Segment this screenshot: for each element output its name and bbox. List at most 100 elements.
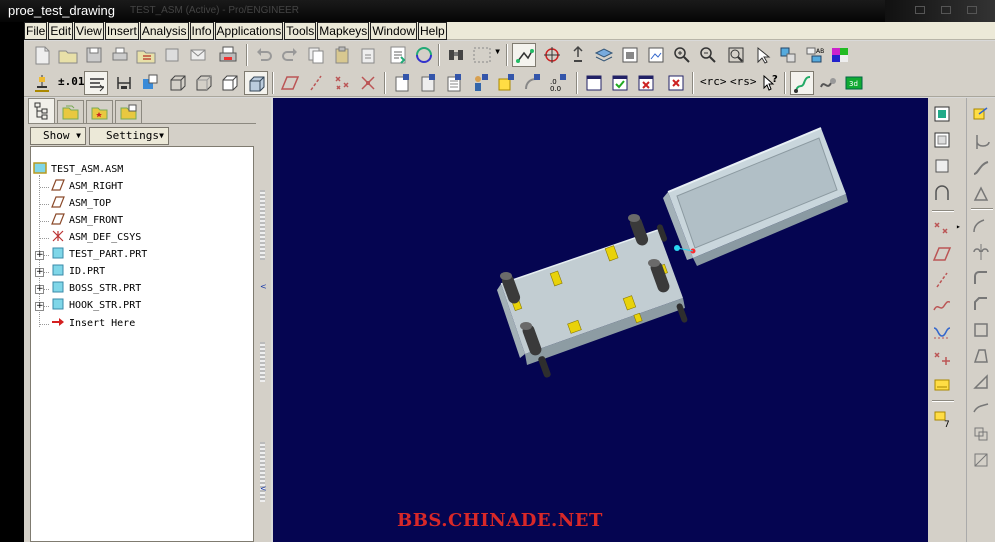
hidden-icon[interactable] bbox=[192, 71, 216, 95]
model-tree-icon[interactable]: AB bbox=[802, 43, 826, 67]
menu-help[interactable]: Help bbox=[418, 22, 447, 40]
expand-boss-str[interactable]: + bbox=[35, 285, 44, 294]
layer-1-icon[interactable] bbox=[390, 71, 414, 95]
window-close-icon[interactable] bbox=[634, 71, 658, 95]
analysis-icon[interactable] bbox=[930, 372, 954, 396]
collapse-arrow-icon[interactable]: < bbox=[260, 282, 267, 291]
paste-icon[interactable] bbox=[330, 43, 354, 67]
spin-center-icon[interactable] bbox=[540, 43, 564, 67]
tree-item-hook-str[interactable]: HOOK_STR.PRT bbox=[51, 298, 141, 314]
layer-5-icon[interactable] bbox=[494, 71, 518, 95]
spin-center-2-icon[interactable] bbox=[138, 71, 162, 95]
base-plate[interactable] bbox=[497, 229, 685, 365]
mirror-icon[interactable] bbox=[969, 240, 993, 264]
tree-item-asm-def-csys[interactable]: ASM_DEF_CSYS bbox=[51, 230, 141, 246]
help-pointer-icon[interactable]: ? bbox=[758, 71, 782, 95]
flyout-arrow-icon[interactable]: ▸ bbox=[956, 222, 961, 231]
zoom-in-icon[interactable] bbox=[670, 43, 694, 67]
pattern-icon[interactable] bbox=[969, 214, 993, 238]
draft-icon[interactable] bbox=[969, 344, 993, 368]
tree-item-boss-str[interactable]: BOSS_STR.PRT bbox=[51, 281, 141, 297]
surface-icon[interactable] bbox=[969, 396, 993, 420]
tree-item-asm-front[interactable]: ASM_FRONT bbox=[51, 213, 123, 229]
tree-item-id[interactable]: ID.PRT bbox=[51, 264, 105, 280]
save-icon[interactable] bbox=[82, 43, 106, 67]
csys-icon[interactable] bbox=[356, 71, 380, 95]
open-list-icon[interactable] bbox=[134, 43, 158, 67]
dimension-icon[interactable] bbox=[30, 71, 54, 95]
layer-6-icon[interactable] bbox=[520, 71, 544, 95]
menu-file[interactable]: File bbox=[24, 22, 48, 40]
tolerance-display[interactable]: ±.01 bbox=[58, 75, 85, 88]
new-icon[interactable] bbox=[30, 43, 54, 67]
tab-connections[interactable] bbox=[115, 100, 142, 124]
datum-point-icon[interactable] bbox=[330, 71, 354, 95]
rib-icon[interactable] bbox=[969, 370, 993, 394]
datum-display-icon[interactable] bbox=[512, 43, 536, 67]
menu-mapkeys[interactable]: Mapkeys bbox=[317, 22, 370, 40]
regen-manager-icon[interactable] bbox=[412, 43, 436, 67]
print-2-icon[interactable] bbox=[216, 43, 240, 67]
menu-edit[interactable]: Edit bbox=[48, 22, 74, 40]
layer-2-icon[interactable] bbox=[416, 71, 440, 95]
paste-special-icon[interactable] bbox=[356, 43, 380, 67]
hole-icon[interactable] bbox=[930, 182, 954, 206]
window-new-icon[interactable] bbox=[582, 71, 606, 95]
email-icon[interactable] bbox=[186, 43, 210, 67]
datum-point-icon[interactable] bbox=[930, 216, 954, 240]
model-3d-view[interactable] bbox=[273, 98, 928, 542]
curve-sketch-icon[interactable] bbox=[930, 320, 954, 344]
expand-id[interactable]: + bbox=[35, 268, 44, 277]
panel-splitter[interactable]: < < bbox=[257, 146, 269, 542]
select-box-icon[interactable] bbox=[470, 43, 494, 67]
assemble-icon[interactable] bbox=[930, 102, 954, 126]
repeat-icon[interactable] bbox=[930, 154, 954, 178]
cover-part[interactable] bbox=[663, 127, 848, 266]
dim-units-icon[interactable] bbox=[112, 71, 136, 95]
redo-icon[interactable] bbox=[278, 43, 302, 67]
tab-folder-browser[interactable] bbox=[57, 100, 84, 124]
menu-info[interactable]: Info bbox=[189, 22, 214, 40]
appearance-icon[interactable] bbox=[828, 43, 852, 67]
datum-axis-icon[interactable] bbox=[930, 268, 954, 292]
create-component-icon[interactable] bbox=[930, 128, 954, 152]
window-activate-icon[interactable] bbox=[608, 71, 632, 95]
datum-plane-icon[interactable] bbox=[278, 71, 302, 95]
tree-item-test-part[interactable]: TEST_PART.PRT bbox=[51, 247, 147, 263]
csys-icon[interactable] bbox=[930, 346, 954, 370]
tab-favorites[interactable] bbox=[86, 100, 113, 124]
tree-root[interactable]: TEST_ASM.ASM bbox=[33, 162, 123, 178]
copy-icon[interactable] bbox=[304, 43, 328, 67]
view-manager-icon[interactable] bbox=[618, 43, 642, 67]
expand-hook-str[interactable]: + bbox=[35, 302, 44, 311]
sketch-curve-icon[interactable] bbox=[930, 294, 954, 318]
open-icon[interactable] bbox=[56, 43, 80, 67]
shading-icon[interactable] bbox=[244, 71, 268, 95]
rs-text[interactable]: <rs> bbox=[730, 75, 757, 88]
hidden-line-icon[interactable] bbox=[84, 71, 108, 95]
curve-icon[interactable] bbox=[816, 71, 840, 95]
graphics-viewport[interactable]: BBS.CHINADE.NET bbox=[273, 98, 928, 542]
round-icon[interactable] bbox=[969, 266, 993, 290]
find-icon[interactable] bbox=[444, 43, 468, 67]
close-window-icon[interactable] bbox=[664, 71, 688, 95]
minimize-icon[interactable] bbox=[915, 6, 925, 14]
save-copy-icon[interactable] bbox=[160, 43, 184, 67]
tree-item-asm-right[interactable]: ASM_RIGHT bbox=[51, 179, 123, 195]
tab-model-tree[interactable] bbox=[28, 98, 55, 124]
merge-icon[interactable] bbox=[969, 422, 993, 446]
show-dropdown[interactable]: Show ▼ bbox=[30, 127, 86, 145]
extrude-icon[interactable] bbox=[969, 102, 993, 126]
trim-icon[interactable] bbox=[969, 448, 993, 472]
repaint-icon[interactable] bbox=[750, 43, 774, 67]
blend-icon[interactable] bbox=[969, 182, 993, 206]
saved-views-icon[interactable] bbox=[644, 43, 668, 67]
no-hidden-icon[interactable] bbox=[218, 71, 242, 95]
wireframe-icon[interactable] bbox=[166, 71, 190, 95]
datum-plane-icon[interactable] bbox=[930, 242, 954, 266]
rc-text[interactable]: <rc> bbox=[700, 75, 727, 88]
layer-4-icon[interactable] bbox=[468, 71, 492, 95]
chamfer-icon[interactable] bbox=[969, 292, 993, 316]
close-icon[interactable] bbox=[967, 6, 977, 14]
menu-view[interactable]: View bbox=[74, 22, 104, 40]
